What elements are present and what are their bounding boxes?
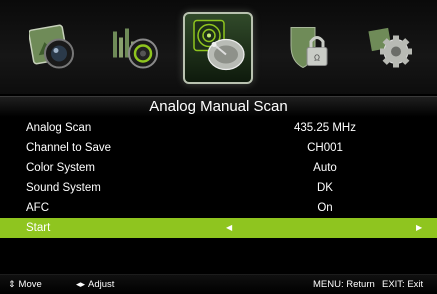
arrow-left-icon[interactable]: ◀ (226, 218, 232, 238)
menu-label: Color System (26, 162, 96, 174)
svg-text:Ω: Ω (314, 54, 320, 63)
menu-row-color-system[interactable]: Color System Auto (0, 158, 437, 178)
arrow-right-icon[interactable]: ▶ (416, 218, 422, 238)
hint-exit: EXIT: Exit (382, 279, 424, 290)
leftright-arrows-icon: ◂▸ (76, 279, 86, 289)
lock-icon: Ω (285, 24, 335, 77)
settings-menu: Analog Scan 435.25 MHz Channel to Save C… (0, 118, 437, 238)
hint-move-label: Move (18, 279, 42, 290)
menu-row-afc[interactable]: AFC On (0, 198, 437, 218)
footer-hints: ⇕ Move ◂▸ Adjust MENU: Return EXIT: Exit (0, 274, 437, 294)
satellite-dish-icon (188, 15, 248, 82)
menu-row-channel-to-save[interactable]: Channel to Save CH001 (0, 138, 437, 158)
category-picture[interactable] (26, 24, 82, 76)
menu-label: Sound System (26, 182, 101, 194)
hint-move: ⇕ Move (8, 275, 42, 294)
category-sound[interactable] (108, 24, 164, 76)
gear-icon (366, 24, 416, 77)
updown-arrows-icon: ⇕ (8, 279, 16, 289)
menu-label: Analog Scan (26, 122, 92, 134)
menu-value: Auto (313, 162, 337, 174)
page-title: Analog Manual Scan (0, 96, 437, 117)
category-lock[interactable]: Ω (282, 24, 338, 76)
menu-value: CH001 (307, 142, 343, 154)
hint-adjust: ◂▸ Adjust (76, 275, 114, 294)
menu-value: On (317, 202, 333, 214)
category-setup[interactable] (363, 24, 419, 76)
menu-row-sound-system[interactable]: Sound System DK (0, 178, 437, 198)
category-bar: Ω (0, 0, 437, 94)
menu-row-analog-scan[interactable]: Analog Scan 435.25 MHz (0, 118, 437, 138)
menu-value: 435.25 MHz (293, 122, 356, 134)
hint-adjust-label: Adjust (88, 279, 115, 290)
sound-icon (111, 24, 161, 77)
category-channel[interactable] (183, 12, 253, 84)
menu-value: DK (317, 182, 333, 194)
picture-icon (28, 24, 79, 77)
hint-return: MENU: Return (313, 279, 375, 290)
menu-row-start[interactable]: Start ◀ ▶ (0, 218, 437, 238)
menu-label: Start (26, 222, 51, 234)
menu-label: Channel to Save (26, 142, 112, 154)
menu-label: AFC (26, 202, 49, 214)
